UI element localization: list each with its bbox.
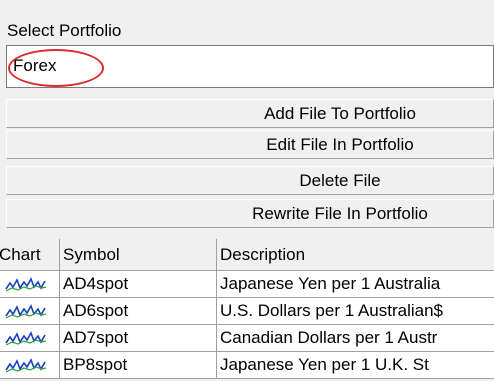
chart-cell[interactable] [0, 298, 60, 325]
column-header-description[interactable]: Description [217, 239, 494, 271]
select-portfolio-label: Select Portfolio [7, 21, 122, 40]
chart-cell[interactable] [0, 352, 60, 379]
symbols-table: Chart Symbol Description AD4spot Japanes… [0, 239, 494, 381]
description-cell: Japanese Yen per 1 Australia [217, 271, 494, 298]
description-cell: Canadian Dollars per 1 Austr [217, 325, 494, 352]
symbol-cell: BP8spot [60, 352, 217, 379]
table-row[interactable]: BP8spot Japanese Yen per 1 U.K. St [0, 352, 494, 379]
rewrite-file-in-portfolio-button[interactable]: Rewrite File In Portfolio [6, 199, 494, 228]
table-row[interactable]: AD6spot U.S. Dollars per 1 Australian$ [0, 298, 494, 325]
red-circle-annotation [8, 49, 104, 87]
mini-chart-icon[interactable] [4, 330, 48, 347]
delete-file-button[interactable]: Delete File [6, 166, 494, 195]
symbol-cell: AD7spot [60, 325, 217, 352]
symbol-cell: AD4spot [60, 271, 217, 298]
chart-cell[interactable] [0, 271, 60, 298]
mini-chart-icon[interactable] [4, 357, 48, 374]
chart-cell[interactable] [0, 325, 60, 352]
table-row[interactable]: AD7spot Canadian Dollars per 1 Austr [0, 325, 494, 352]
mini-chart-icon[interactable] [4, 303, 48, 320]
edit-file-in-portfolio-button[interactable]: Edit File In Portfolio [6, 130, 494, 159]
column-header-symbol[interactable]: Symbol [60, 239, 217, 271]
description-cell: Japanese Yen per 1 U.K. St [217, 352, 494, 379]
add-file-to-portfolio-button[interactable]: Add File To Portfolio [6, 99, 494, 128]
column-header-chart[interactable]: Chart [0, 239, 60, 271]
mini-chart-icon[interactable] [4, 276, 48, 293]
table-row[interactable]: AD4spot Japanese Yen per 1 Australia [0, 271, 494, 298]
table-header: Chart Symbol Description [0, 239, 494, 271]
symbol-cell: AD6spot [60, 298, 217, 325]
description-cell: U.S. Dollars per 1 Australian$ [217, 298, 494, 325]
